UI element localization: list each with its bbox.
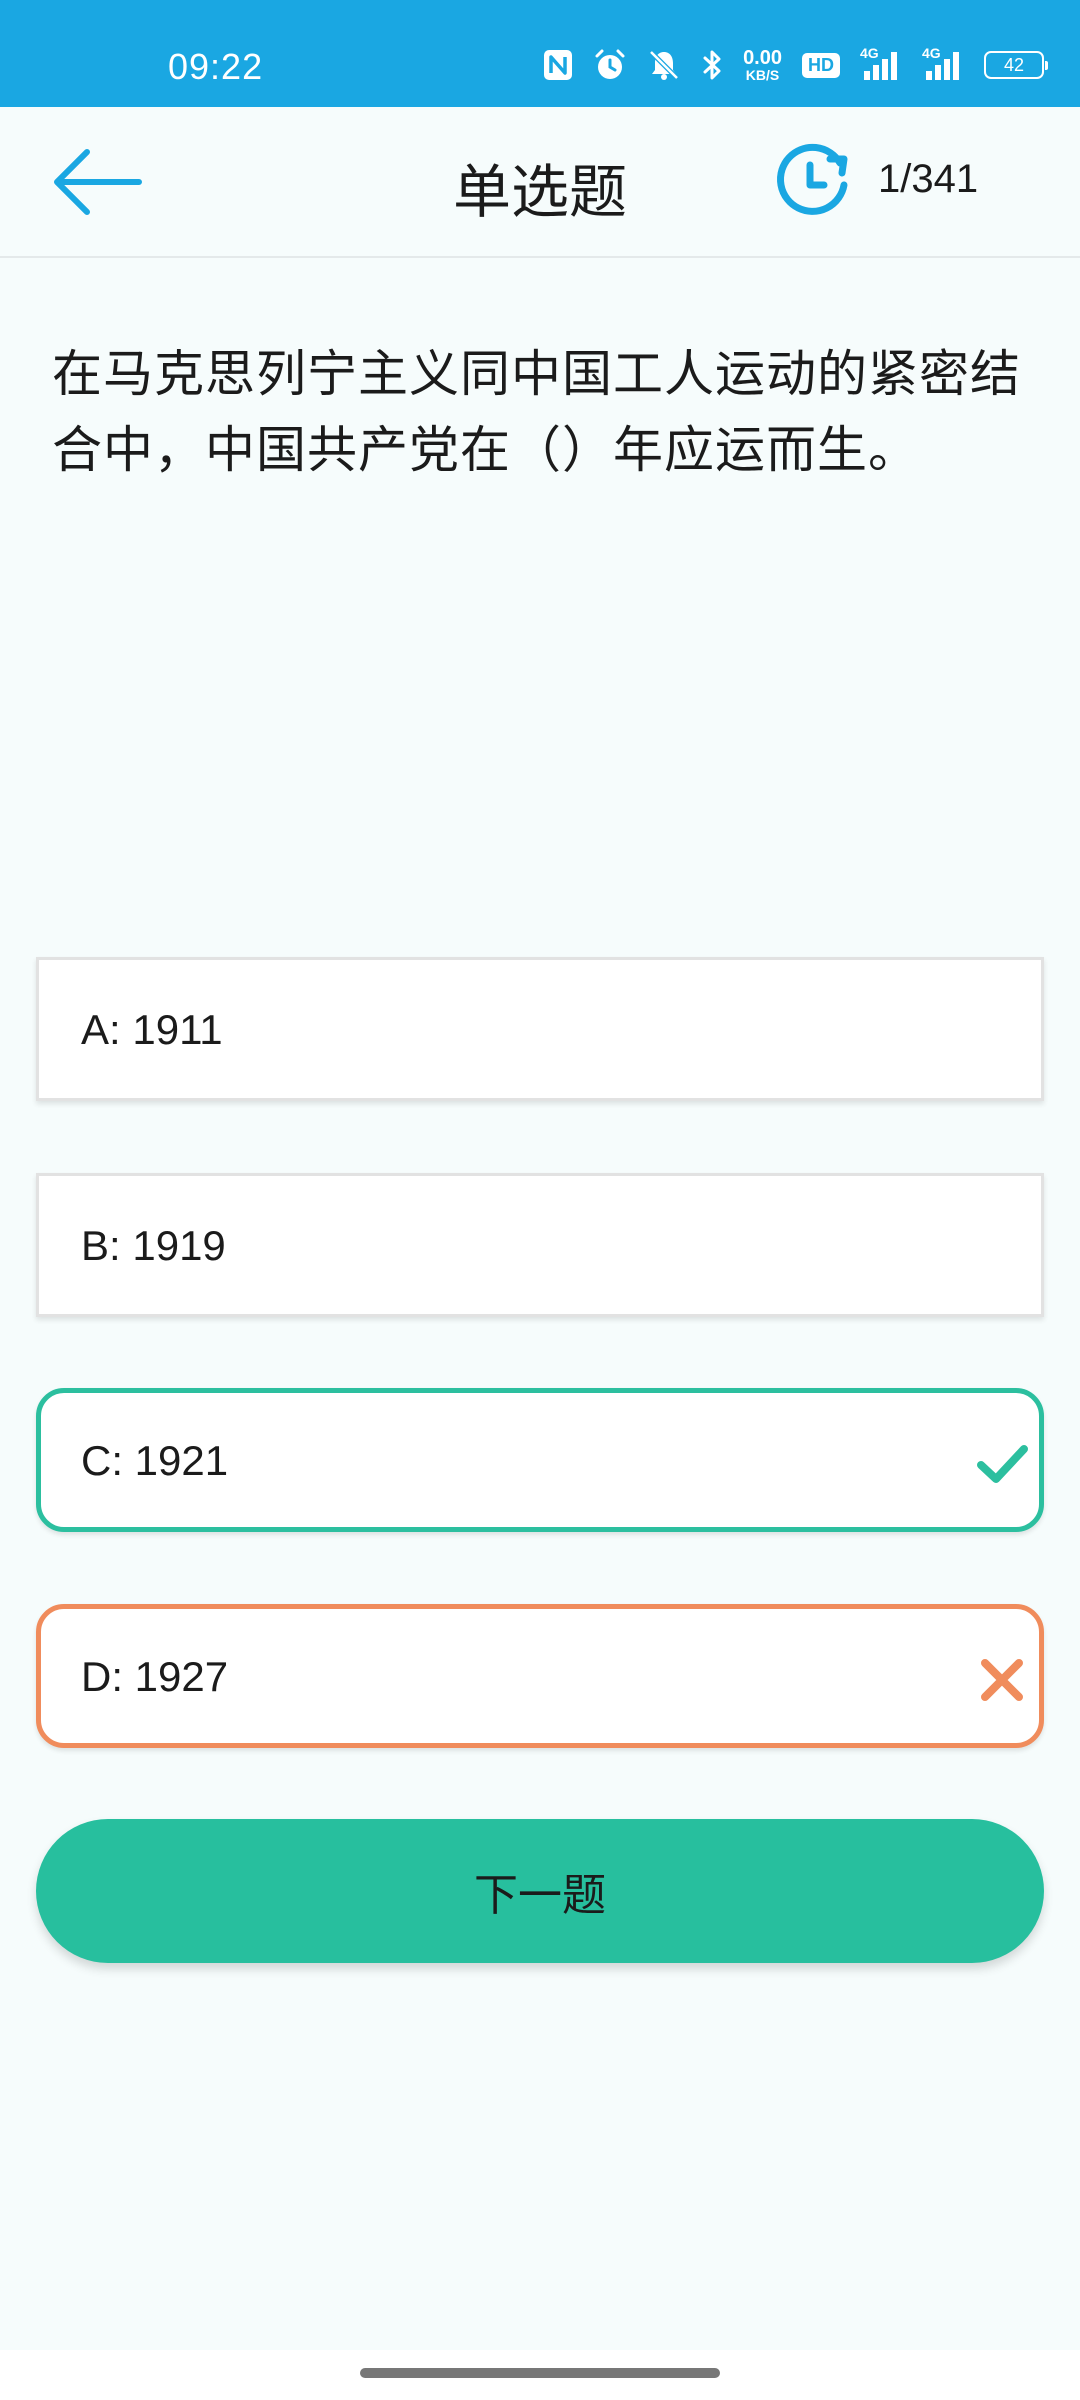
option-label: A: 1911 — [81, 1006, 223, 1053]
next-question-button[interactable]: 下一题 — [36, 1819, 1044, 1963]
status-icons: 0.00 KB/S HD 4G 4G 42 — [543, 45, 1048, 82]
network-type-2: 4G — [922, 45, 941, 61]
hd-icon: HD — [802, 52, 840, 78]
next-question-label: 下一题 — [474, 1870, 606, 1921]
battery-icon: 42 — [984, 51, 1048, 79]
signal-icon: 4G — [922, 45, 964, 81]
alarm-icon — [593, 48, 627, 82]
bluetooth-icon — [701, 48, 723, 82]
mute-icon — [647, 48, 681, 82]
option-a[interactable]: A: 1911 — [36, 957, 1044, 1101]
home-indicator[interactable] — [360, 2368, 720, 2378]
option-c[interactable]: C: 1921 — [36, 1388, 1044, 1532]
status-time: 09:22 — [168, 46, 264, 87]
cross-icon — [981, 1659, 1023, 1701]
question-progress: 1/341 — [878, 157, 979, 201]
net-speed: 0.00 KB/S — [743, 48, 782, 82]
option-d[interactable]: D: 1927 — [36, 1604, 1044, 1748]
signal-icon: 4G — [860, 45, 902, 81]
net-speed-unit: KB/S — [745, 67, 780, 83]
option-label: B: 1919 — [81, 1222, 226, 1269]
nfc-icon — [543, 49, 573, 81]
check-icon — [977, 1445, 1028, 1483]
option-label: C: 1921 — [81, 1437, 229, 1484]
option-b[interactable]: B: 1919 — [36, 1173, 1044, 1317]
net-speed-value: 0.00 — [743, 47, 782, 69]
network-type-1: 4G — [860, 45, 879, 61]
question-text: 在马克思列宁主义同中国工人运动的紧密结合中，中国共产党在（）年应运而生。 — [52, 345, 1021, 479]
hd-label: HD — [802, 52, 840, 78]
header: 单选题 1/341 — [0, 107, 1080, 258]
option-label: D: 1927 — [81, 1653, 229, 1700]
battery-level: 42 — [1003, 54, 1025, 75]
timer-icon[interactable] — [772, 141, 854, 223]
status-bar: 09:22 0.00 KB/S HD 4G 4G 42 — [0, 0, 1080, 107]
